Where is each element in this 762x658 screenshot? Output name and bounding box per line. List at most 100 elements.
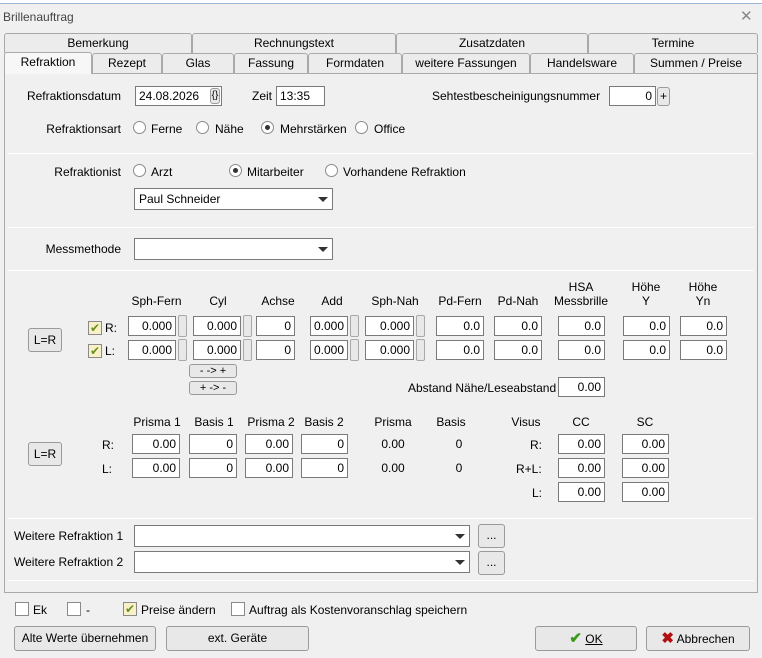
ok-button[interactable]: ✔ OK — [535, 626, 637, 651]
tab-glas[interactable]: Glas — [162, 53, 234, 73]
tab-termine[interactable]: Termine — [588, 33, 758, 53]
tab-summen-preise[interactable]: Summen / Preise — [634, 53, 758, 73]
abstand-input[interactable]: 0.00 — [558, 377, 605, 397]
messmethode-select[interactable] — [134, 238, 333, 260]
alte-werte-button[interactable]: Alte Werte übernehmen — [14, 626, 156, 651]
l-prisma2[interactable]: 0.00 — [245, 458, 293, 478]
l-sph-nah-spin[interactable] — [416, 339, 425, 361]
visus-rl-cc[interactable]: 0.00 — [558, 458, 605, 478]
chevron-down-icon — [455, 560, 465, 565]
r-prisma2[interactable]: 0.00 — [245, 434, 293, 454]
r-sph-fern-spin[interactable] — [178, 315, 187, 337]
minus-plus-button[interactable]: - -> + — [189, 364, 237, 378]
r-sph-fern[interactable]: 0.000 — [128, 316, 176, 336]
r-add-spin[interactable] — [350, 315, 359, 337]
l-hoehe-yn[interactable]: 0.0 — [680, 340, 727, 360]
sehtest-label: Sehtestbescheinigungsnummer — [432, 89, 601, 103]
abbrechen-button[interactable]: ✖ Abbrechen — [646, 626, 750, 651]
ek-label: Ek — [33, 603, 48, 617]
sehtest-input[interactable]: 0 — [609, 86, 656, 106]
l-sph-fern[interactable]: 0.000 — [128, 340, 176, 360]
r-achse[interactable]: 0 — [256, 316, 295, 336]
visus-rl-sc[interactable]: 0.00 — [622, 458, 669, 478]
l-achse[interactable]: 0 — [256, 340, 295, 360]
col-achse: Achse — [261, 294, 295, 308]
visus-r-cc[interactable]: 0.00 — [558, 434, 605, 454]
radio-naehe[interactable] — [196, 121, 209, 134]
kostenvoranschlag-checkbox[interactable] — [231, 602, 245, 616]
l-basis1[interactable]: 0 — [189, 458, 237, 478]
visus-r-sc[interactable]: 0.00 — [622, 434, 669, 454]
l-checkbox[interactable]: ✔ — [88, 344, 102, 358]
weitere-2-select[interactable] — [134, 551, 470, 573]
visus-l-sc[interactable]: 0.00 — [622, 482, 669, 502]
separator — [8, 518, 754, 519]
ferne-label: Ferne — [151, 122, 183, 136]
weitere-2-dots-button[interactable]: ... — [478, 551, 505, 575]
r-cyl[interactable]: 0.000 — [193, 316, 241, 336]
r-pd-fern[interactable]: 0.0 — [436, 316, 484, 336]
sehtest-plus-button[interactable]: + — [657, 87, 670, 106]
r-sph-nah[interactable]: 0.000 — [365, 316, 414, 336]
zeit-input[interactable]: 13:35 — [276, 86, 325, 106]
r-cyl-spin[interactable] — [243, 315, 252, 337]
l-cyl-spin[interactable] — [243, 339, 252, 361]
tab-fassung[interactable]: Fassung — [234, 53, 308, 73]
naehe-label: Nähe — [215, 122, 244, 136]
radio-vorhandene-refraktion[interactable] — [325, 164, 338, 177]
r-basis2[interactable]: 0 — [301, 434, 348, 454]
r-hsa[interactable]: 0.0 — [558, 316, 605, 336]
tab-bemerkung[interactable]: Bemerkung — [4, 33, 192, 53]
radio-office[interactable] — [355, 121, 368, 134]
l-cyl[interactable]: 0.000 — [193, 340, 241, 360]
visus-l-cc[interactable]: 0.00 — [558, 482, 605, 502]
l-equals-r-button[interactable]: L=R — [28, 328, 62, 352]
l-basis2[interactable]: 0 — [301, 458, 348, 478]
l-add[interactable]: 0.000 — [310, 340, 348, 360]
tab-zusatzdaten[interactable]: Zusatzdaten — [396, 33, 588, 53]
refraktionsdatum-input[interactable]: 24.08.2026 — [135, 86, 222, 106]
l-hsa[interactable]: 0.0 — [558, 340, 605, 360]
chevron-down-icon — [318, 197, 328, 202]
ext-geraete-button[interactable]: ext. Geräte — [166, 626, 309, 651]
l-pd-nah[interactable]: 0.0 — [494, 340, 542, 360]
mitarbeiter-select[interactable]: Paul Schneider — [134, 188, 333, 210]
l-basis-value: 0 — [455, 461, 463, 475]
tab-weitere-fassungen[interactable]: weitere Fassungen — [402, 53, 530, 73]
r-checkbox[interactable]: ✔ — [88, 321, 102, 335]
r-pd-nah[interactable]: 0.0 — [494, 316, 542, 336]
l-add-spin[interactable] — [350, 339, 359, 361]
l-prisma1[interactable]: 0.00 — [132, 458, 180, 478]
col-prisma: Prisma — [374, 415, 412, 429]
radio-arzt[interactable] — [133, 164, 146, 177]
tab-rezept[interactable]: Rezept — [92, 53, 162, 73]
weitere-1-dots-button[interactable]: ... — [478, 524, 505, 548]
tab-formdaten[interactable]: Formdaten — [308, 53, 402, 73]
plus-minus-button[interactable]: + -> - — [189, 381, 237, 395]
weitere-1-select[interactable] — [134, 525, 470, 547]
tab-rechnungstext[interactable]: Rechnungstext — [192, 33, 396, 53]
r-basis-value: 0 — [455, 437, 463, 451]
date-picker-button[interactable]: {} — [210, 88, 220, 104]
r-hoehe-y[interactable]: 0.0 — [623, 316, 670, 336]
r-sph-nah-spin[interactable] — [416, 315, 425, 337]
radio-mehrstaerken[interactable] — [261, 121, 274, 134]
r-add[interactable]: 0.000 — [310, 316, 348, 336]
r-hoehe-yn[interactable]: 0.0 — [680, 316, 727, 336]
mitarbeiter-value: Paul Schneider — [139, 192, 221, 206]
radio-mitarbeiter[interactable] — [229, 164, 242, 177]
close-icon[interactable]: ✕ — [740, 7, 753, 25]
l-pd-fern[interactable]: 0.0 — [436, 340, 484, 360]
radio-ferne[interactable] — [133, 121, 146, 134]
preise-aendern-checkbox[interactable]: ✔ — [123, 602, 137, 616]
l-equals-r-button-prisma[interactable]: L=R — [28, 442, 62, 466]
l-hoehe-y[interactable]: 0.0 — [623, 340, 670, 360]
r-basis1[interactable]: 0 — [189, 434, 237, 454]
r-prisma1[interactable]: 0.00 — [132, 434, 180, 454]
tab-refraktion[interactable]: Refraktion — [4, 52, 92, 74]
tab-handelsware[interactable]: Handelsware — [530, 53, 634, 73]
l-sph-fern-spin[interactable] — [178, 339, 187, 361]
l-sph-nah[interactable]: 0.000 — [365, 340, 414, 360]
ek-checkbox[interactable] — [15, 602, 29, 616]
dash-checkbox[interactable] — [67, 602, 81, 616]
